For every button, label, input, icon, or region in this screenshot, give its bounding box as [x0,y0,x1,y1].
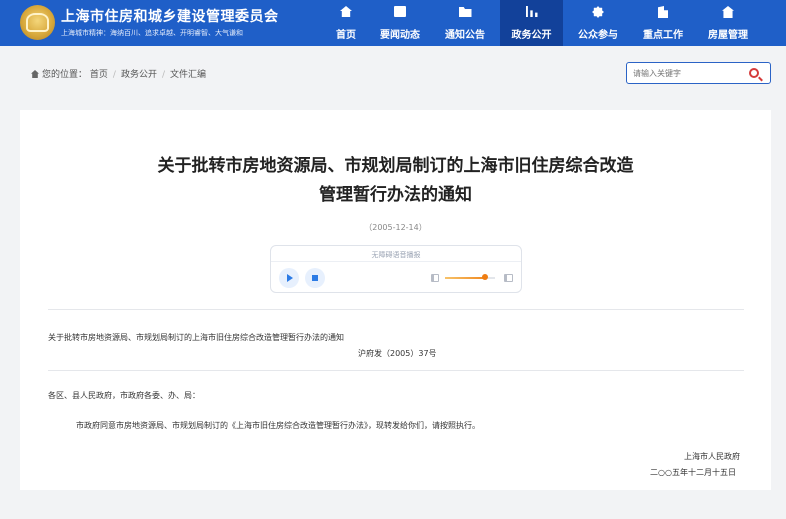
doc-sign-date: 二○○五年十二月十五日 [650,468,736,477]
site-logo[interactable] [20,5,55,40]
nav-label: 要闻动态 [380,30,420,41]
nav-label: 房屋管理 [708,30,748,41]
home-icon [31,70,39,78]
nav-item-participation[interactable]: 公众参与 [568,0,628,46]
doc-signer: 上海市人民政府 [684,452,740,461]
volume-down-icon[interactable] [431,274,439,282]
article-card: 关于批转市房地资源局、市规划局制订的上海市旧住房综合改造 管理暂行办法的通知 （… [20,110,771,490]
player-title: 无障碍语音播报 [371,251,421,259]
article-date: （2005-12-14） [364,223,427,232]
nav-label: 政务公开 [511,30,552,41]
audio-player: 无障碍语音播报 [270,245,522,293]
site-header: 上海市住房和城乡建设管理委员会 上海城市精神：海纳百川、追求卓越、开明睿智、大气… [0,0,786,46]
nav-item-news[interactable]: 要闻动态 [370,0,430,46]
nav-item-key-work[interactable]: 重点工作 [633,0,693,46]
divider [48,370,744,371]
breadcrumb: 您的位置： 首页 / 政务公开 / 文件汇编 [31,67,206,80]
article-title-line2: 管理暂行办法的通知 [319,185,472,205]
house-icon [698,6,758,20]
site-slogan: 上海城市精神：海纳百川、追求卓越、开明睿智、大气谦和 [61,29,243,37]
nav-item-home[interactable]: 首页 [325,0,367,46]
news-icon [370,6,430,20]
nav-item-notices[interactable]: 通知公告 [435,0,495,46]
search-box [626,62,771,84]
chart-icon [500,6,563,20]
article-title: 关于批转市房地资源局、市规划局制订的上海市旧住房综合改造 [157,156,634,176]
breadcrumb-prefix: 您的位置： [42,70,88,80]
breadcrumb-separator: / [161,70,166,80]
search-icon[interactable] [749,68,759,78]
doc-salutation: 各区、县人民政府，市政府各委、办、局： [48,391,200,400]
volume-up-icon[interactable] [504,274,513,282]
gear-icon [568,6,628,20]
nav-label: 首页 [336,30,356,41]
doc-paragraph: 市政府同意市房地资源局、市规划局制订的《上海市旧住房综合改造管理暂行办法》，现转… [76,421,480,430]
volume-handle[interactable] [482,274,488,280]
search-input[interactable] [633,66,733,80]
logo-emblem [26,13,49,32]
breadcrumb-link-documents[interactable]: 文件汇编 [170,70,206,80]
nav-item-gov-affairs[interactable]: 政务公开 [500,0,563,46]
nav-label: 公众参与 [578,30,618,41]
folder-icon [435,6,495,20]
stop-button[interactable] [305,268,325,288]
nav-item-housing[interactable]: 房屋管理 [698,0,758,46]
nav-label: 重点工作 [643,30,683,41]
breadcrumb-link-gov-affairs[interactable]: 政务公开 [121,70,157,80]
doc-ref-title: 关于批转市房地资源局、市规划局制订的上海市旧住房综合改造管理暂行办法的通知 [48,333,344,342]
nav-label: 通知公告 [445,30,485,41]
site-title[interactable]: 上海市住房和城乡建设管理委员会 [61,6,279,26]
volume-slider[interactable] [445,274,495,280]
volume-fill [445,277,485,279]
divider [48,309,744,310]
home-icon [325,6,367,20]
play-button[interactable] [279,268,299,288]
breadcrumb-separator: / [112,70,116,80]
doc-number: 沪府发（2005）37号 [358,349,437,358]
divider [271,261,521,262]
breadcrumb-link-home[interactable]: 首页 [90,70,108,80]
building-icon [633,6,693,20]
